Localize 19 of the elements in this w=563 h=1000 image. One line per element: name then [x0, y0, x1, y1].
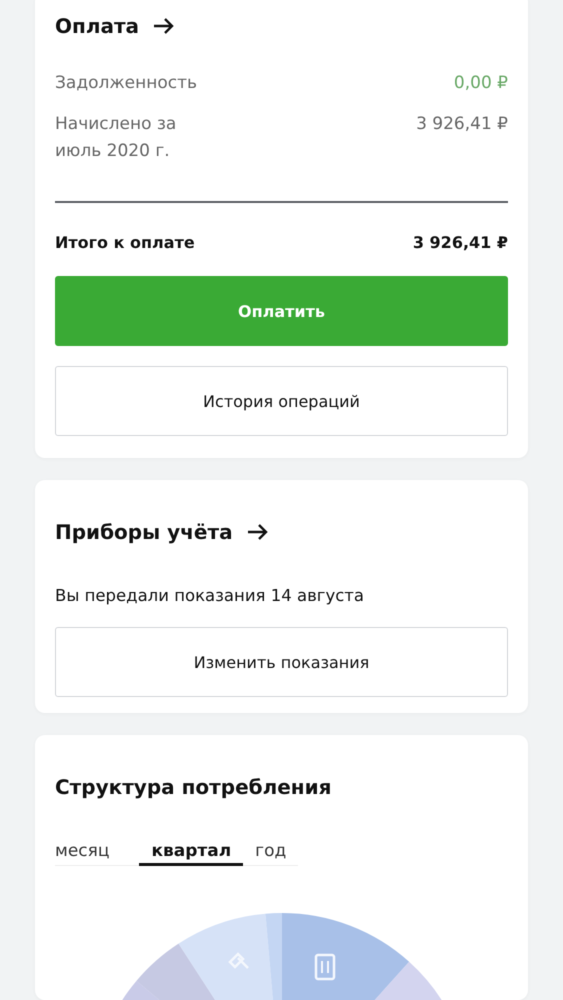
period-tab[interactable]: квартал: [139, 841, 244, 866]
trash-icon: [314, 954, 336, 980]
row-label: Начислено за июль 2020 г.: [55, 113, 178, 163]
history-button[interactable]: История операций: [55, 366, 508, 436]
arrow-right-icon[interactable]: [153, 18, 176, 34]
hammer-icon: [228, 952, 250, 970]
card-title: Структура потребления: [55, 775, 332, 799]
card-title: Оплата: [55, 14, 140, 38]
card-title: Приборы учёта: [55, 520, 233, 544]
total-amount: 3 926,41 ₽: [412, 232, 508, 254]
total-label: Итого к оплате: [55, 232, 195, 254]
row-amount: 0,00 ₽: [454, 72, 508, 95]
arrow-right-icon[interactable]: [246, 524, 269, 540]
row-label: Задолженность: [55, 72, 198, 95]
period-tab[interactable]: месяц: [55, 841, 122, 866]
change-readings-button[interactable]: Изменить показания: [55, 627, 508, 697]
meter-note: Вы передали показания 14 августа: [55, 586, 366, 605]
period-tab[interactable]: год: [243, 841, 298, 866]
row-amount: 3 926,41 ₽: [416, 113, 508, 136]
